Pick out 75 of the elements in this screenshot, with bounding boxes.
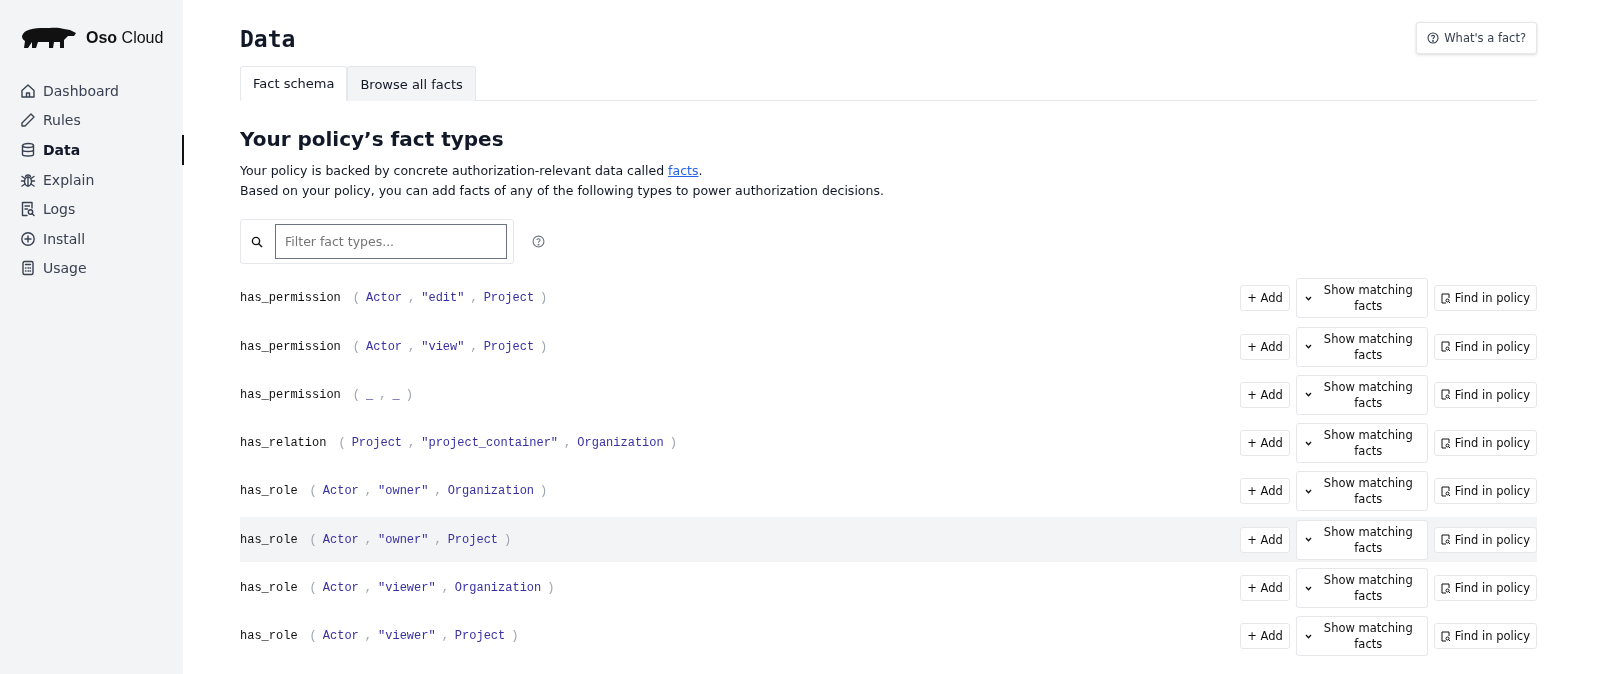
database-icon xyxy=(20,142,36,158)
add-button[interactable]: + Add xyxy=(1240,381,1290,408)
chevron-down-icon xyxy=(1304,488,1312,494)
pencil-icon xyxy=(20,112,36,129)
document-search-icon xyxy=(20,201,36,218)
chevron-down-icon xyxy=(1304,537,1312,543)
sidebar-item[interactable]: Logs xyxy=(20,194,184,224)
find-in-policy-button[interactable]: Find in policy xyxy=(1433,285,1537,312)
document-search-icon xyxy=(1440,582,1451,594)
chevron-down-icon xyxy=(1304,633,1312,639)
find-in-policy-button[interactable]: Find in policy xyxy=(1433,623,1537,650)
find-in-policy-button[interactable]: Find in policy xyxy=(1433,526,1537,553)
tab[interactable]: Fact schema xyxy=(240,66,348,101)
show-matching-facts-button[interactable]: Show matching facts xyxy=(1295,519,1428,560)
intro-text: Based on your policy, you can add facts of any of the following types to power authorization decisions. xyxy=(240,182,885,200)
help-icon[interactable] xyxy=(532,235,545,248)
find-in-policy-button[interactable]: Find in policy xyxy=(1433,478,1537,505)
tab[interactable]: Browse all facts xyxy=(347,66,476,101)
fact-signature: has_role ( Actor , "owner" , Organization ) xyxy=(240,484,549,499)
intro-text: Your policy is backed by concrete authorization-relevant data called facts. xyxy=(240,162,704,180)
find-in-policy-button[interactable]: Find in policy xyxy=(1433,381,1537,408)
bear-logo-icon xyxy=(20,26,76,50)
sidebar-item[interactable]: Usage xyxy=(20,253,184,284)
home-icon xyxy=(20,82,36,99)
find-in-policy-button[interactable]: Find in policy xyxy=(1433,575,1537,602)
show-matching-facts-button[interactable]: Show matching facts xyxy=(1295,374,1428,415)
document-search-icon xyxy=(1440,485,1451,497)
document-search-icon xyxy=(1440,437,1451,449)
add-button[interactable]: + Add xyxy=(1240,575,1290,602)
section-heading: Your policy’s fact types xyxy=(240,127,505,151)
add-button[interactable]: + Add xyxy=(1240,430,1290,457)
sidebar-item[interactable]: Explain xyxy=(20,164,184,195)
fact-signature: has_role ( Actor , "viewer" , Organization ) xyxy=(240,581,556,596)
show-matching-facts-button[interactable]: Show matching facts xyxy=(1295,568,1428,609)
show-matching-facts-button[interactable]: Show matching facts xyxy=(1295,326,1428,367)
filter-input-field[interactable]: Filter fact types... xyxy=(275,224,507,259)
fact-signature: has_role ( Actor , "viewer" , Project ) xyxy=(240,629,520,644)
fact-signature: has_permission ( Actor , "edit" , Project ) xyxy=(240,291,549,306)
chevron-down-icon xyxy=(1304,295,1312,301)
page-title: Data xyxy=(240,26,296,52)
brand-name[interactable]: Oso Cloud xyxy=(86,29,164,47)
document-search-icon xyxy=(1440,292,1451,304)
help-icon xyxy=(1427,32,1440,44)
find-in-policy-button[interactable]: Find in policy xyxy=(1433,430,1537,457)
document-search-icon xyxy=(1440,534,1451,546)
fact-signature: has_relation ( Project , "project_container" , Organization ) xyxy=(240,436,678,451)
document-search-icon xyxy=(1440,630,1451,642)
calculator-icon xyxy=(20,260,36,277)
bug-icon xyxy=(20,171,36,188)
sidebar-item[interactable]: Rules xyxy=(20,105,184,136)
fact-signature: has_permission ( _ , _ ) xyxy=(240,387,414,402)
sidebar-item[interactable]: Data xyxy=(20,135,184,165)
show-matching-facts-button[interactable]: Show matching facts xyxy=(1295,278,1428,319)
add-button[interactable]: + Add xyxy=(1240,623,1290,650)
chevron-down-icon xyxy=(1304,585,1312,591)
find-in-policy-button[interactable]: Find in policy xyxy=(1433,333,1537,360)
show-matching-facts-button[interactable]: Show matching facts xyxy=(1295,616,1428,657)
show-matching-facts-button[interactable]: Show matching facts xyxy=(1295,471,1428,512)
fact-signature: has_role ( Actor , "owner" , Project ) xyxy=(240,532,513,547)
add-button[interactable]: + Add xyxy=(1240,333,1290,360)
whats-a-fact-button[interactable]: What's a fact? xyxy=(1416,22,1537,54)
chevron-down-icon xyxy=(1304,344,1312,350)
document-search-icon xyxy=(1440,341,1451,353)
fact-signature: has_permission ( Actor , "view" , Project ) xyxy=(240,339,549,354)
chevron-down-icon xyxy=(1304,440,1312,446)
add-button[interactable]: + Add xyxy=(1240,526,1290,553)
chevron-down-icon xyxy=(1304,392,1312,398)
show-matching-facts-button[interactable]: Show matching facts xyxy=(1295,423,1428,464)
sidebar-item[interactable]: Dashboard xyxy=(20,76,184,106)
add-button[interactable]: + Add xyxy=(1240,478,1290,505)
document-search-icon xyxy=(1440,389,1451,401)
plus-circle-icon xyxy=(20,230,36,247)
add-button[interactable]: + Add xyxy=(1240,285,1290,312)
search-icon xyxy=(251,235,263,248)
sidebar-item[interactable]: Install xyxy=(20,223,184,254)
